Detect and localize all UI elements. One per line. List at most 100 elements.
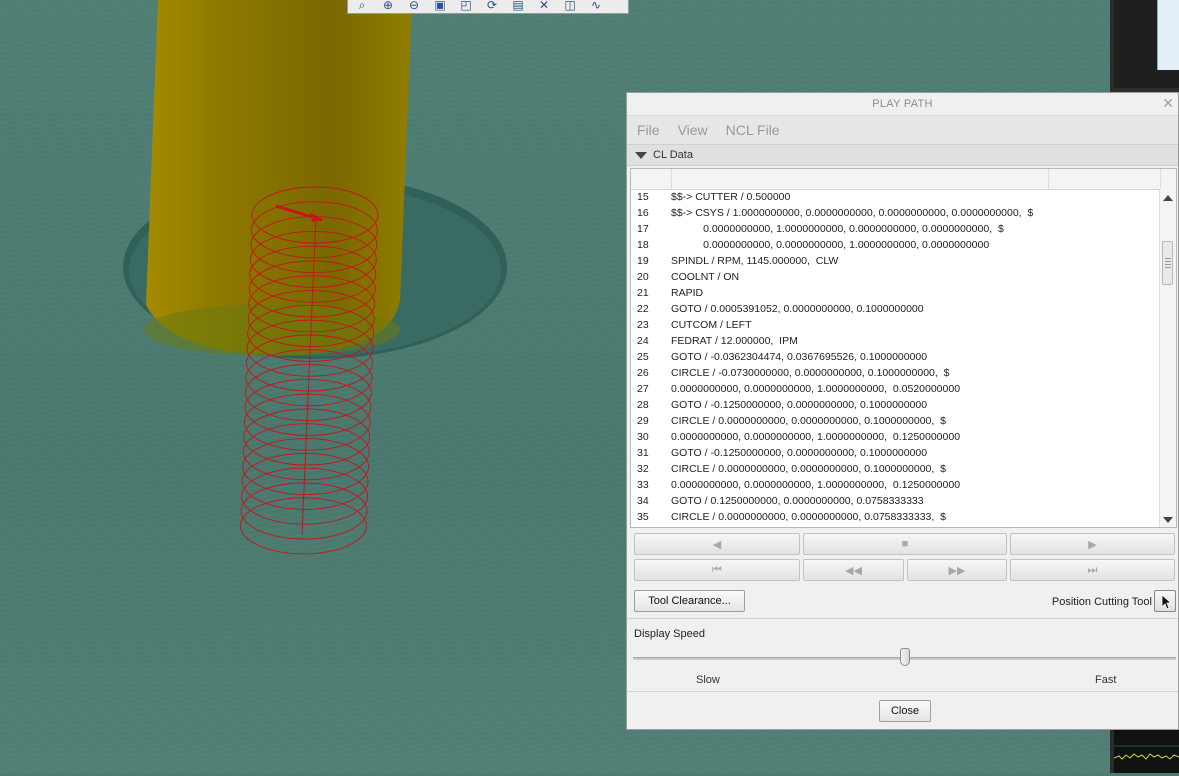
table-row[interactable]: 27 0.0000000000, 0.0000000000, 1.00000000… (631, 381, 1160, 397)
play-icon: ▶ (1088, 538, 1097, 551)
rewind-button[interactable]: ◀◀ (803, 559, 904, 581)
view-toolbar: ⌕ ⊕ ⊖ ▣ ◰ ⟳ ▤ ✕ ◫ ∿ (347, 0, 629, 14)
row-number: 22 (637, 303, 649, 315)
cutting-tool (146, 0, 412, 355)
collapse-triangle-icon[interactable] (635, 151, 647, 159)
row-statement: GOTO / -0.0362304474, 0.0367695526, 0.10… (671, 351, 928, 363)
cut-view-icon[interactable]: ◫ (560, 0, 580, 13)
table-row[interactable]: 20 COOLNT / ON (631, 269, 1160, 285)
cl-data-table[interactable]: 15 $$-> CUTTER / 0.500000 16 $$-> CSYS / 1.… (630, 168, 1177, 528)
scroll-down-arrow-icon[interactable] (1163, 517, 1173, 523)
skip-end-icon: ⏭ (1087, 563, 1098, 576)
stop-icon: ■ (901, 538, 909, 550)
row-number: 15 (637, 191, 649, 203)
row-number: 20 (637, 271, 649, 283)
rotate-view-icon[interactable]: ⟳ (482, 0, 502, 13)
table-row[interactable]: 29 CIRCLE / 0.0000000000, 0.0000000000, 0… (631, 413, 1160, 429)
menu-view[interactable]: View (678, 122, 708, 138)
go-to-end-button[interactable]: ⏭ (1010, 559, 1175, 581)
step-back-icon: ◀ (712, 538, 722, 551)
rewind-icon: ◀◀ (845, 564, 862, 577)
zoom-window-icon[interactable]: ⌕ (352, 0, 372, 13)
table-row[interactable]: 28 GOTO / -0.1250000000, 0.0000000000, 0.… (631, 397, 1160, 413)
row-number: 16 (637, 207, 649, 219)
row-statement: GOTO / -0.1250000000, 0.0000000000, 0.10… (671, 399, 928, 411)
row-number: 26 (637, 367, 649, 379)
table-row[interactable]: 30 0.0000000000, 0.0000000000, 1.00000000… (631, 429, 1160, 445)
row-number: 19 (637, 255, 649, 267)
table-row[interactable]: 33 0.0000000000, 0.0000000000, 1.00000000… (631, 477, 1160, 493)
background-scroll-area (1157, 0, 1179, 70)
row-statement: FEDRAT / 12.000000, IPM (671, 335, 798, 347)
row-number: 34 (637, 495, 649, 507)
menu-file[interactable]: File (637, 122, 660, 138)
row-statement: CIRCLE / 0.0000000000, 0.0000000000, 0.1… (671, 463, 946, 475)
row-number: 24 (637, 335, 649, 347)
menu-ncl-file[interactable]: NCL File (726, 122, 780, 138)
position-cutting-tool-button[interactable] (1154, 590, 1176, 612)
row-number: 35 (637, 511, 649, 523)
row-number: 33 (637, 479, 649, 491)
fast-forward-button[interactable]: ▶▶ (907, 559, 1007, 581)
speed-slider-thumb[interactable] (899, 648, 910, 666)
table-row[interactable]: 26 CIRCLE / -0.0730000000, 0.0000000000, … (631, 365, 1160, 381)
row-statement: CIRCLE / -0.0730000000, 0.0000000000, 0.… (671, 367, 950, 379)
snapshot-icon[interactable]: ▤ (508, 0, 528, 13)
row-statement: 0.0000000000, 1.0000000000, 0.0000000000… (671, 223, 1004, 235)
dialog-title-bar[interactable]: PLAY PATH ✕ (627, 93, 1178, 116)
dialog-title: PLAY PATH (872, 98, 933, 110)
row-statement: RAPID (671, 287, 704, 299)
zoom-in-icon[interactable]: ⊕ (378, 0, 398, 13)
fast-label: Fast (1095, 674, 1117, 686)
row-number: 31 (637, 447, 649, 459)
table-row[interactable]: 21 RAPID (631, 285, 1160, 301)
row-statement: 0.0000000000, 0.0000000000, 1.0000000000… (671, 239, 990, 251)
column-header-line[interactable] (631, 169, 672, 189)
table-row[interactable]: 19 SPINDL / RPM, 1145.000000, CLW (631, 253, 1160, 269)
row-number: 21 (637, 287, 649, 299)
table-row[interactable]: 22 GOTO / 0.0005391052, 0.0000000000, 0.1… (631, 301, 1160, 317)
row-statement: $$-> CSYS / 1.0000000000, 0.0000000000, … (671, 207, 1034, 219)
row-number: 30 (637, 431, 649, 443)
table-row[interactable]: 16 $$-> CSYS / 1.0000000000, 0.0000000000… (631, 205, 1160, 221)
cursor-icon (1161, 594, 1173, 610)
table-row[interactable]: 32 CIRCLE / 0.0000000000, 0.0000000000, 0… (631, 461, 1160, 477)
column-header-statement[interactable] (671, 169, 1049, 189)
row-statement: GOTO / 0.1250000000, 0.0000000000, 0.075… (671, 495, 924, 507)
table-row[interactable]: 35 CIRCLE / 0.0000000000, 0.0000000000, 0… (631, 509, 1160, 525)
step-back-button[interactable]: ◀ (634, 533, 800, 555)
row-statement: CUTCOM / LEFT (671, 319, 752, 331)
table-row[interactable]: 18 0.0000000000, 0.0000000000, 1.0000000… (631, 237, 1160, 253)
stop-button[interactable]: ■ (803, 533, 1007, 555)
view-orient-icon[interactable]: ◰ (456, 0, 476, 13)
column-header-extra[interactable] (1048, 169, 1161, 189)
row-number: 17 (637, 223, 649, 235)
tool-clearance-button[interactable]: Tool Clearance... (634, 590, 745, 612)
scroll-up-arrow-icon[interactable] (1163, 195, 1173, 201)
fit-view-icon[interactable]: ▣ (430, 0, 450, 13)
row-number: 18 (637, 239, 649, 251)
vertical-scrollbar[interactable] (1159, 189, 1176, 527)
cl-data-section-header[interactable]: CL Data (627, 144, 1178, 166)
go-to-start-button[interactable]: ⏮ (634, 559, 800, 581)
table-row[interactable]: 25 GOTO / -0.0362304474, 0.0367695526, 0.… (631, 349, 1160, 365)
table-row[interactable]: 34 GOTO / 0.1250000000, 0.0000000000, 0.0… (631, 493, 1160, 509)
table-row[interactable]: 23 CUTCOM / LEFT (631, 317, 1160, 333)
table-row[interactable]: 15 $$-> CUTTER / 0.500000 (631, 189, 1160, 205)
table-row[interactable]: 31 GOTO / -0.1250000000, 0.0000000000, 0.… (631, 445, 1160, 461)
close-button[interactable]: Close (879, 700, 931, 722)
path-icon[interactable]: ∿ (586, 0, 606, 13)
playback-row-1: ◀ ■ ▶ (634, 533, 1175, 555)
tool-bottom-shadow (144, 304, 400, 356)
measure-icon[interactable]: ✕ (534, 0, 554, 13)
close-icon[interactable]: ✕ (1162, 95, 1174, 112)
table-header (631, 169, 1176, 190)
row-statement: CIRCLE / 0.0000000000, 0.0000000000, 0.1… (671, 415, 946, 427)
table-row[interactable]: 17 0.0000000000, 1.0000000000, 0.0000000… (631, 221, 1160, 237)
scroll-thumb[interactable] (1162, 241, 1173, 285)
play-button[interactable]: ▶ (1010, 533, 1175, 555)
row-number: 29 (637, 415, 649, 427)
row-number: 32 (637, 463, 649, 475)
table-row[interactable]: 24 FEDRAT / 12.000000, IPM (631, 333, 1160, 349)
zoom-out-icon[interactable]: ⊖ (404, 0, 424, 13)
